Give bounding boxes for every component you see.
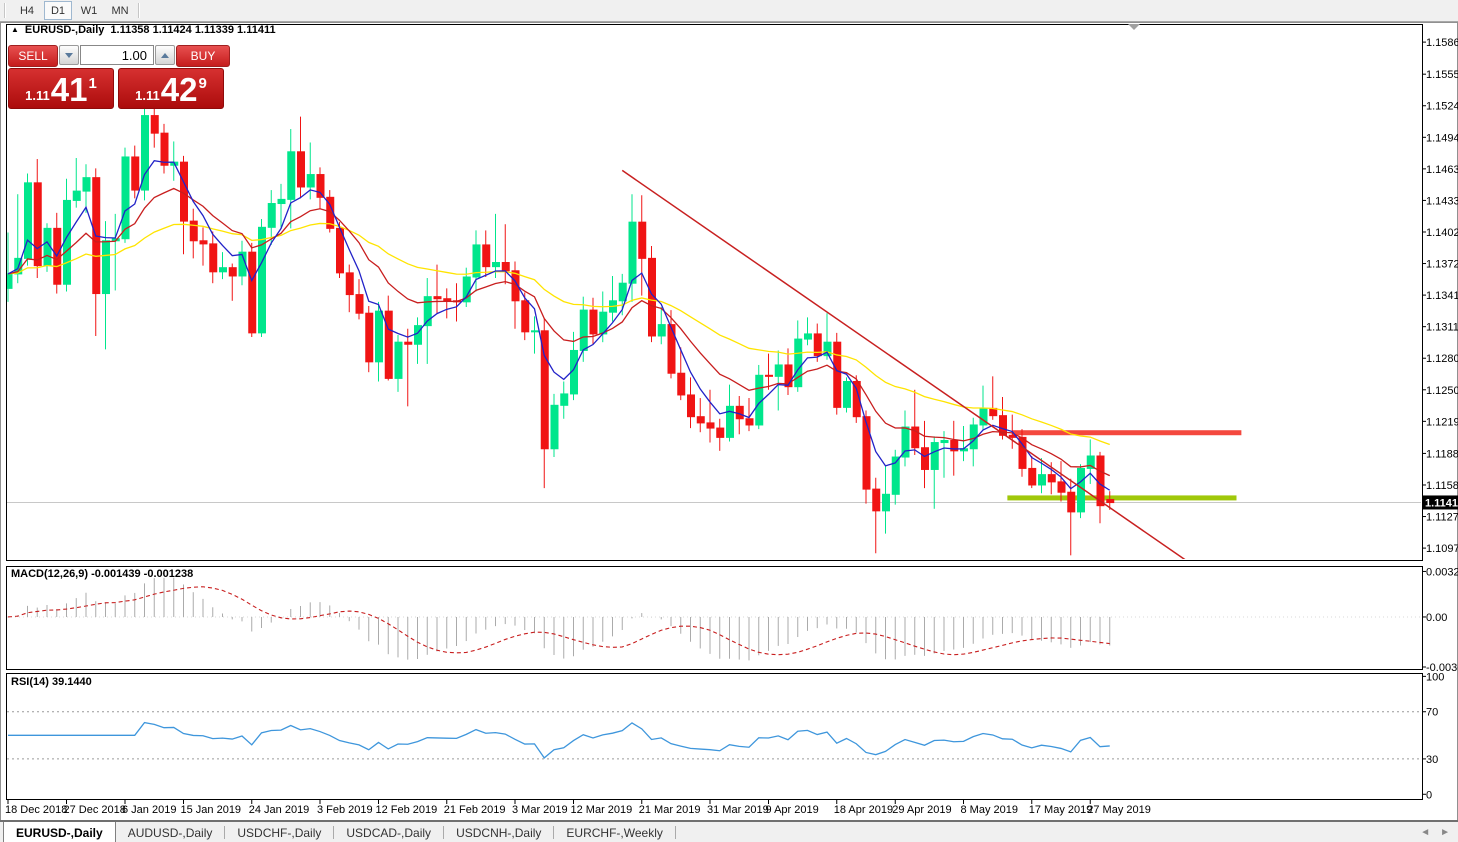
axis-label: 1.15245	[1426, 101, 1458, 113]
axis-label: 1.14940	[1426, 132, 1458, 144]
tab-audusd-daily[interactable]: AUDUSD-,Daily	[116, 822, 225, 842]
axis-label: 27 May 2019	[1087, 804, 1151, 816]
axis-label: 1.13720	[1426, 259, 1458, 271]
axis-label: 12 Mar 2019	[571, 804, 633, 816]
axis-label: 1.15550	[1426, 69, 1458, 81]
rsi-label: RSI(14) 39.1440	[11, 676, 92, 688]
buy-price-pip: 9	[198, 75, 206, 92]
macd-label: MACD(12,26,9) -0.001439 -0.001238	[11, 568, 193, 580]
axis-label: 1.11580	[1426, 480, 1458, 492]
axis-label: 1.13415	[1426, 290, 1458, 302]
chart-title: ▲ EURUSD-,Daily 1.11358 1.11424 1.11339 …	[11, 24, 276, 36]
chart-ohlc-values: 1.11358 1.11424 1.11339 1.11411	[110, 24, 275, 36]
one-click-trading-panel: SELL BUY 1.11 41 1 1.11 42 9	[8, 45, 232, 109]
buy-quote-box[interactable]: 1.11 42 9	[118, 68, 224, 109]
axis-label: 1.14330	[1426, 195, 1458, 207]
chevron-down-icon	[65, 53, 73, 58]
toolbar-separator	[138, 3, 140, 18]
axis-label: 1.11411	[1425, 497, 1458, 509]
mt4-window: 1.15860 1.15550 1.15245 1.14940 1.14635 1.143…	[0, 0, 1458, 842]
axis-label: 1.13110	[1426, 322, 1458, 334]
axis-label: 18 Apr 2019	[834, 804, 893, 816]
volume-decrease-button[interactable]	[59, 45, 79, 65]
tab-scroll-right-icon[interactable]: ►	[1440, 827, 1450, 838]
axis-label: 8 May 2019	[961, 804, 1018, 816]
axis-label: 70	[1426, 707, 1438, 719]
axis-label: 15 Jan 2019	[181, 804, 242, 816]
tab-eurchf-weekly[interactable]: EURCHF-,Weekly	[554, 822, 674, 842]
tab-usdchf-daily[interactable]: USDCHF-,Daily	[225, 822, 333, 842]
chevron-up-icon	[161, 53, 169, 58]
timeframe-toolbar: H4 D1 W1 MN	[0, 0, 1458, 22]
axis-label: 0	[1426, 789, 1432, 801]
chart-symbol-label: EURUSD-,Daily	[25, 24, 104, 36]
buy-price-prefix: 1.11	[135, 88, 160, 103]
axis-label: 0.00328	[1426, 566, 1458, 578]
axis-label: 1.11885	[1426, 448, 1458, 460]
sell-quote-box[interactable]: 1.11 41 1	[8, 68, 114, 109]
tab-eurusd-daily[interactable]: EURUSD-,Daily	[3, 822, 116, 842]
toolbar-grip	[4, 3, 6, 18]
axis-label: 0.00	[1426, 612, 1447, 624]
sell-price-prefix: 1.11	[25, 88, 50, 103]
volume-increase-button[interactable]	[155, 45, 175, 65]
tab-scroll-left-icon[interactable]: ◄	[1420, 827, 1430, 838]
axis-label: 1.10970	[1426, 543, 1458, 555]
axis-label: 29 Apr 2019	[892, 804, 951, 816]
axis-label: 17 May 2019	[1029, 804, 1093, 816]
buy-price-big: 42	[161, 73, 198, 106]
axis-label: 1.15860	[1426, 37, 1458, 49]
axis-label: 27 Dec 2018	[64, 804, 126, 816]
sell-price-pip: 1	[88, 75, 96, 92]
axis-label: 12 Feb 2019	[376, 804, 438, 816]
axis-label: 1.12500	[1426, 385, 1458, 397]
tab-divider	[675, 826, 676, 839]
chart-tab-bar: EURUSD-,Daily AUDUSD-,Daily USDCHF-,Dail…	[0, 821, 1458, 842]
axis-label: 1.14025	[1426, 227, 1458, 239]
axis-label: 1.14635	[1426, 164, 1458, 176]
sell-price-big: 41	[51, 73, 88, 106]
axis-label: 3 Mar 2019	[512, 804, 568, 816]
timeframe-mn-button[interactable]: MN	[106, 1, 134, 20]
timeframe-h4-button[interactable]: H4	[13, 1, 41, 20]
axis-label: 1.11275	[1426, 512, 1458, 524]
axis-label: 31 Mar 2019	[707, 804, 769, 816]
timeframe-d1-button[interactable]: D1	[44, 1, 72, 20]
axis-label: 9 Apr 2019	[766, 804, 819, 816]
buy-button[interactable]: BUY	[176, 45, 230, 67]
axis-label: 100	[1426, 671, 1444, 683]
axis-label: 1.12195	[1426, 416, 1458, 428]
axis-label: 6 Jan 2019	[122, 804, 176, 816]
chart-canvas[interactable]: 1.15860 1.15550 1.15245 1.14940 1.14635 1.143…	[0, 0, 1458, 842]
axis-label: 1.12805	[1426, 353, 1458, 365]
axis-label: 30	[1426, 754, 1438, 766]
volume-input[interactable]	[80, 45, 154, 65]
timeframe-w1-button[interactable]: W1	[75, 1, 103, 20]
axis-label: 24 Jan 2019	[249, 804, 310, 816]
axis-label: 18 Dec 2018	[5, 804, 67, 816]
tab-usdcnh-daily[interactable]: USDCNH-,Daily	[444, 822, 553, 842]
axis-label: 21 Mar 2019	[639, 804, 701, 816]
symbol-triangle-icon: ▲	[11, 25, 19, 35]
axis-label: 3 Feb 2019	[317, 804, 373, 816]
tab-usdcad-daily[interactable]: USDCAD-,Daily	[334, 822, 443, 842]
axis-label: 21 Feb 2019	[444, 804, 506, 816]
sell-button[interactable]: SELL	[8, 45, 58, 67]
